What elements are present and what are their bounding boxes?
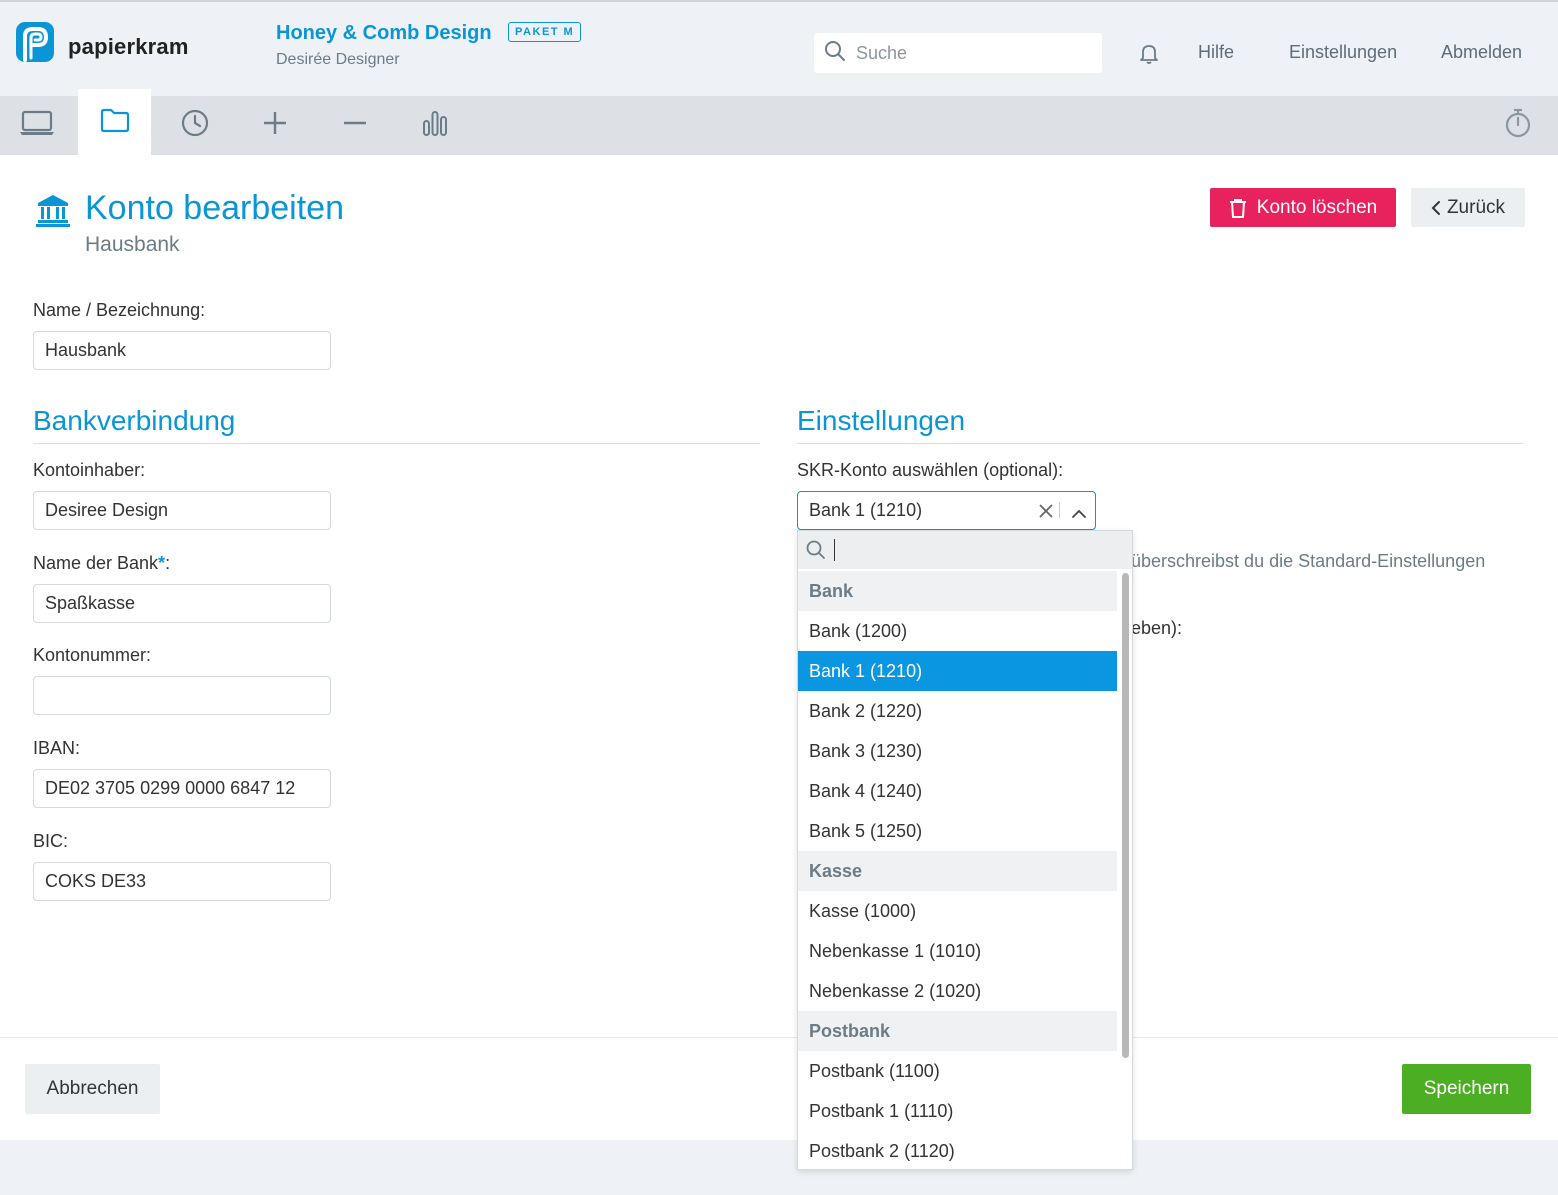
option-bank-1210[interactable]: Bank 1 (1210) bbox=[798, 651, 1117, 691]
toolbar-time[interactable] bbox=[158, 96, 231, 155]
option-bank-1240[interactable]: Bank 4 (1240) bbox=[798, 771, 1117, 811]
iban-field[interactable] bbox=[33, 769, 331, 808]
toolbar-timer[interactable] bbox=[1481, 96, 1554, 155]
name-label: Name / Bezeichnung: bbox=[33, 300, 206, 320]
delete-account-button[interactable]: Konto löschen bbox=[1210, 188, 1396, 227]
papierkram-logo-icon bbox=[16, 22, 56, 71]
accountno-input[interactable] bbox=[34, 677, 330, 714]
option-postbank-1120[interactable]: Postbank 2 (1120) bbox=[798, 1131, 1117, 1169]
top-bar: papierkram Honey & Comb Design PAKET M D… bbox=[0, 0, 1558, 96]
skr-label: SKR-Konto auswählen (optional): bbox=[797, 460, 1064, 480]
brand-logo[interactable]: papierkram bbox=[16, 22, 189, 71]
option-kasse-1020[interactable]: Nebenkasse 2 (1020) bbox=[798, 971, 1117, 1011]
dropdown-scrollbar-thumb[interactable] bbox=[1122, 573, 1129, 1058]
holder-label: Kontoinhaber: bbox=[33, 460, 146, 480]
option-group-postbank: Postbank bbox=[798, 1011, 1117, 1051]
option-bank-1250[interactable]: Bank 5 (1250) bbox=[798, 811, 1117, 851]
save-button[interactable]: Speichern bbox=[1402, 1064, 1531, 1114]
option-postbank-1100[interactable]: Postbank (1100) bbox=[798, 1051, 1117, 1091]
main-toolbar bbox=[0, 89, 1558, 155]
plan-badge: PAKET M bbox=[508, 22, 582, 42]
search-icon bbox=[806, 540, 826, 560]
settings-section-divider bbox=[797, 443, 1523, 444]
option-group-bank: Bank bbox=[798, 571, 1117, 611]
search-icon bbox=[824, 40, 846, 67]
settings-field-label: eben): bbox=[1131, 618, 1183, 638]
bell-icon[interactable] bbox=[1138, 42, 1160, 69]
skr-selected-value: Bank 1 (1210) bbox=[809, 500, 923, 520]
skr-hint-text: überschreibst du die Standard-Einstellun… bbox=[1131, 551, 1486, 571]
toolbar-reports[interactable] bbox=[398, 96, 471, 155]
dropdown-search-input[interactable] bbox=[834, 539, 1114, 561]
accountno-field[interactable] bbox=[33, 676, 331, 715]
trash-icon bbox=[1229, 198, 1247, 218]
toolbar-income[interactable] bbox=[238, 96, 311, 155]
iban-label: IBAN: bbox=[33, 738, 81, 758]
skr-dropdown-menu: Bank Bank (1200) Bank 1 (1210) Bank 2 (1… bbox=[797, 530, 1133, 1170]
plus-icon bbox=[262, 110, 288, 141]
name-field[interactable] bbox=[33, 331, 331, 370]
bankname-label: Name der Bank*: bbox=[33, 553, 171, 573]
back-label: Zurück bbox=[1446, 196, 1506, 218]
settings-link[interactable]: Einstellungen bbox=[1289, 42, 1397, 63]
bar-chart-icon bbox=[421, 109, 449, 142]
bankname-input[interactable] bbox=[34, 585, 330, 622]
main-content: Konto bearbeiten Hausbank Konto löschen … bbox=[0, 155, 1558, 1037]
bank-icon bbox=[36, 193, 70, 232]
option-kasse-1010[interactable]: Nebenkasse 1 (1010) bbox=[798, 931, 1117, 971]
company-info: Honey & Comb Design PAKET M Desirée Desi… bbox=[276, 22, 582, 69]
option-postbank-1110[interactable]: Postbank 1 (1110) bbox=[798, 1091, 1117, 1131]
settings-section-title: Einstellungen bbox=[797, 405, 966, 436]
toolbar-expenses[interactable] bbox=[318, 96, 391, 155]
name-input[interactable] bbox=[34, 332, 330, 369]
clock-icon bbox=[180, 108, 210, 143]
page-title: Konto bearbeiten bbox=[85, 189, 344, 227]
back-button[interactable]: Zurück bbox=[1411, 188, 1525, 227]
help-link[interactable]: Hilfe bbox=[1198, 42, 1234, 63]
option-bank-1230[interactable]: Bank 3 (1230) bbox=[798, 731, 1117, 771]
bank-section-title: Bankverbindung bbox=[33, 405, 236, 436]
page-subtitle: Hausbank bbox=[85, 233, 180, 256]
iban-input[interactable] bbox=[34, 770, 330, 807]
brand-name: papierkram bbox=[68, 33, 189, 59]
option-bank-1200[interactable]: Bank (1200) bbox=[798, 611, 1117, 651]
dropdown-options: Bank Bank (1200) Bank 1 (1210) Bank 2 (1… bbox=[798, 571, 1117, 1169]
user-name: Desirée Designer bbox=[276, 51, 400, 68]
bic-label: BIC: bbox=[33, 831, 69, 851]
company-name[interactable]: Honey & Comb Design bbox=[276, 22, 492, 44]
cancel-button[interactable]: Abbrechen bbox=[25, 1064, 160, 1114]
search-box[interactable] bbox=[814, 33, 1102, 73]
option-group-kasse: Kasse bbox=[798, 851, 1117, 891]
skr-account-select[interactable]: Bank 1 (1210) bbox=[797, 491, 1096, 530]
bankname-field[interactable] bbox=[33, 584, 331, 623]
accountno-label: Kontonummer: bbox=[33, 645, 152, 665]
chevron-left-icon bbox=[1431, 200, 1441, 216]
delete-account-label: Konto löschen bbox=[1256, 196, 1378, 218]
bic-field[interactable] bbox=[33, 862, 331, 901]
logout-link[interactable]: Abmelden bbox=[1441, 42, 1522, 63]
option-kasse-1000[interactable]: Kasse (1000) bbox=[798, 891, 1117, 931]
stopwatch-icon bbox=[1503, 107, 1533, 144]
toolbar-documents[interactable] bbox=[78, 89, 151, 155]
clear-icon[interactable] bbox=[1038, 503, 1054, 524]
select-separator bbox=[1059, 502, 1060, 518]
minus-icon bbox=[342, 110, 368, 141]
toolbar-dashboard[interactable] bbox=[0, 96, 73, 155]
option-bank-1220[interactable]: Bank 2 (1220) bbox=[798, 691, 1117, 731]
laptop-icon bbox=[19, 110, 55, 141]
chevron-up-icon[interactable] bbox=[1071, 504, 1087, 525]
bank-section-divider bbox=[33, 443, 760, 444]
dropdown-search[interactable] bbox=[798, 531, 1132, 569]
form-footer: Abbrechen Speichern bbox=[0, 1037, 1558, 1140]
bic-input[interactable] bbox=[34, 863, 330, 900]
holder-field[interactable] bbox=[33, 491, 331, 530]
search-input[interactable] bbox=[856, 42, 1086, 64]
holder-input[interactable] bbox=[34, 492, 330, 529]
folder-icon bbox=[100, 107, 130, 138]
